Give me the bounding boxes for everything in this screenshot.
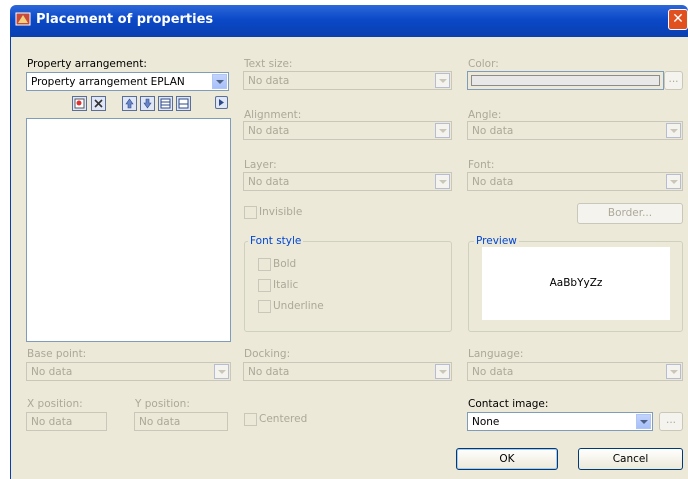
italic-checkbox[interactable] [258, 279, 271, 292]
chevron-down-icon[interactable] [435, 123, 450, 138]
angle-label: Angle: [468, 109, 502, 121]
property-arrangement-select[interactable]: Property arrangement EPLAN [26, 72, 229, 91]
layer-select[interactable]: No data [243, 172, 452, 191]
preview-title: Preview [474, 235, 519, 247]
preview-box: AaBbYyZz [482, 247, 670, 320]
y-position-field[interactable]: No data [134, 412, 228, 431]
contact-image-label: Contact image: [468, 398, 549, 410]
move-up-icon[interactable] [122, 96, 137, 111]
layer-value: No data [248, 176, 290, 188]
contact-image-select[interactable]: None [467, 412, 653, 431]
centered-checkbox[interactable] [244, 413, 257, 426]
docking-label: Docking: [244, 348, 291, 360]
close-icon[interactable]: ✕ [668, 9, 688, 30]
bold-label: Bold [273, 258, 297, 270]
insert-before-icon[interactable] [158, 96, 173, 111]
bold-checkbox[interactable] [258, 258, 271, 271]
font-select[interactable]: No data [467, 172, 683, 191]
x-position-value: No data [31, 416, 73, 428]
alignment-select[interactable]: No data [243, 121, 452, 140]
y-position-value: No data [139, 416, 181, 428]
angle-select[interactable]: No data [467, 121, 683, 140]
property-arrangement-list[interactable] [26, 118, 231, 342]
x-position-label: X position: [27, 398, 83, 410]
font-style-title: Font style [248, 235, 304, 247]
move-down-icon[interactable] [140, 96, 155, 111]
language-select[interactable]: No data [467, 362, 683, 381]
property-arrangement-label: Property arrangement: [27, 58, 147, 70]
font-label: Font: [468, 159, 495, 171]
x-position-field[interactable]: No data [26, 412, 107, 431]
italic-label: Italic [273, 279, 299, 291]
docking-select[interactable]: No data [243, 362, 452, 381]
chevron-down-icon[interactable] [666, 174, 681, 189]
new-icon[interactable] [72, 96, 87, 111]
contact-image-browse-button[interactable]: ... [659, 412, 683, 431]
invisible-checkbox[interactable] [244, 206, 257, 219]
y-position-label: Y position: [135, 398, 190, 410]
border-button[interactable]: Border... [577, 203, 683, 224]
text-size-value: No data [248, 75, 290, 87]
chevron-down-icon[interactable] [666, 364, 681, 379]
invisible-label: Invisible [259, 206, 303, 218]
ok-button[interactable]: OK [456, 448, 558, 470]
layer-label: Layer: [244, 159, 277, 171]
language-value: No data [472, 366, 514, 378]
chevron-down-icon[interactable] [636, 414, 651, 429]
language-label: Language: [468, 348, 524, 360]
app-icon [15, 12, 31, 26]
window-title: Placement of properties [36, 12, 214, 27]
delete-icon[interactable] [91, 96, 106, 111]
underline-label: Underline [273, 300, 324, 312]
contact-image-value: None [472, 416, 500, 428]
base-point-label: Base point: [27, 348, 87, 360]
base-point-value: No data [31, 366, 73, 378]
color-browse-button[interactable]: ... [664, 71, 683, 90]
chevron-down-icon[interactable] [212, 74, 227, 89]
cancel-button[interactable]: Cancel [578, 448, 683, 470]
centered-label: Centered [259, 413, 308, 425]
chevron-down-icon[interactable] [435, 174, 450, 189]
more-icon[interactable] [215, 96, 228, 109]
docking-value: No data [248, 366, 290, 378]
color-field[interactable] [467, 71, 664, 90]
chevron-down-icon[interactable] [435, 73, 450, 88]
text-size-select[interactable]: No data [243, 71, 452, 90]
preview-sample: AaBbYyZz [549, 277, 603, 289]
alignment-value: No data [248, 125, 290, 137]
font-value: No data [472, 176, 514, 188]
insert-after-icon[interactable] [176, 96, 191, 111]
text-size-label: Text size: [244, 58, 293, 70]
underline-checkbox[interactable] [258, 300, 271, 313]
angle-value: No data [472, 125, 514, 137]
chevron-down-icon[interactable] [435, 364, 450, 379]
color-swatch [471, 75, 660, 86]
alignment-label: Alignment: [244, 109, 302, 121]
chevron-down-icon[interactable] [214, 364, 229, 379]
color-label: Color: [468, 58, 499, 70]
property-arrangement-value: Property arrangement EPLAN [31, 76, 185, 88]
chevron-down-icon[interactable] [666, 123, 681, 138]
base-point-select[interactable]: No data [26, 362, 231, 381]
